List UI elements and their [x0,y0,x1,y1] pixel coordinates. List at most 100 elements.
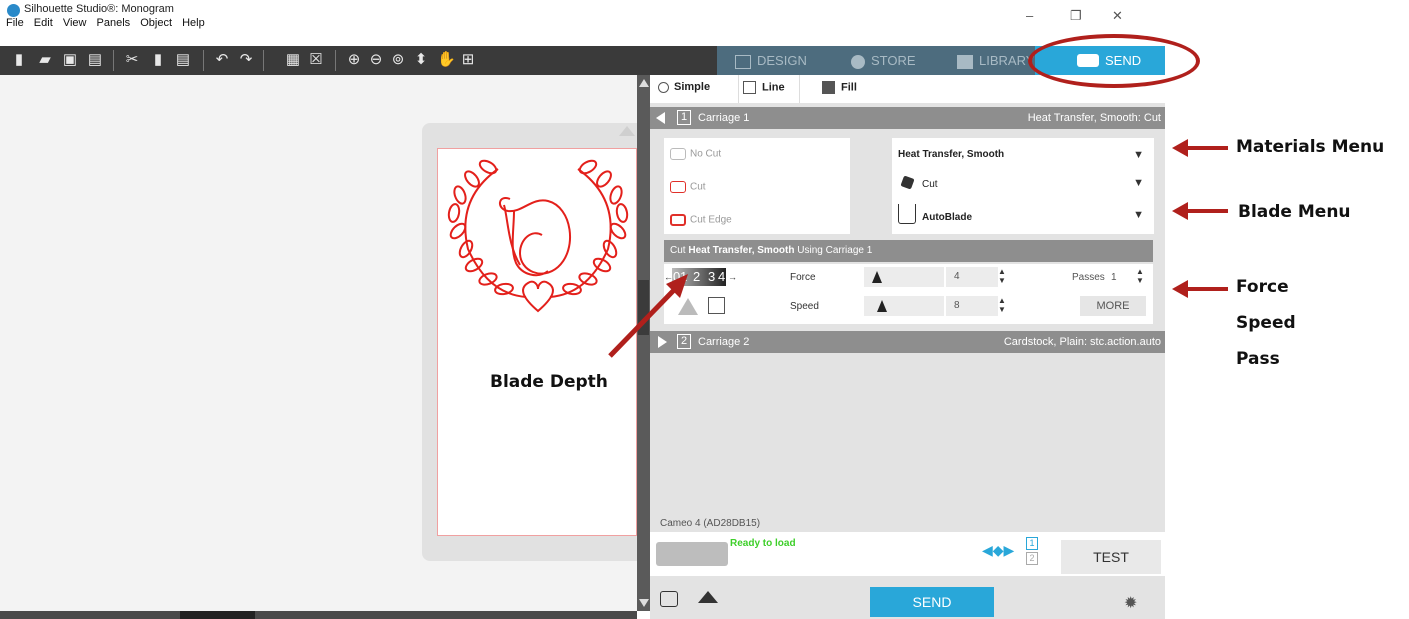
menu-view[interactable]: View [63,17,87,29]
tab-simple-label: Simple [674,81,711,93]
minimize-button[interactable]: – [1026,8,1033,23]
send-bottom-bar: SEND ✹ [650,577,1165,619]
cut-icon[interactable]: ✂ [124,52,140,68]
blade-menu[interactable]: AutoBlade ▼ [892,202,1154,230]
mat-up-arrow-icon [619,126,635,136]
force-annotation: Force [1236,277,1289,297]
paste-icon[interactable]: ▤ [175,52,191,68]
materials-menu[interactable]: Heat Transfer, Smooth ▼ [892,142,1154,170]
autoblade-icon [898,204,916,224]
nav-design[interactable]: DESIGN [735,46,807,75]
nav-store[interactable]: STORE [851,46,916,75]
settings-gear-icon[interactable]: ✹ [1124,593,1137,613]
nav-store-label: STORE [871,53,916,68]
machine-queue-icon[interactable] [660,591,678,607]
force-slider[interactable] [864,267,944,287]
print-icon[interactable]: ▤ [87,52,103,68]
more-button[interactable]: MORE [1080,296,1146,316]
menu-object[interactable]: Object [140,17,172,29]
cut-using-carriage-bar: Cut Heat Transfer, Smooth Using Carriage… [664,240,1153,262]
cut-edge-label: Cut Edge [690,214,732,226]
force-stepper-icon[interactable]: ▲ ▼ [998,267,1006,285]
tab-simple[interactable]: Simple [658,81,710,93]
zoom-select-icon[interactable]: ⊚ [390,52,406,68]
copy-icon[interactable]: ▮ [150,52,166,68]
menu-panels[interactable]: Panels [97,17,131,29]
undo-icon[interactable]: ↶ [214,52,230,68]
cut-icon [670,181,686,193]
cut-settings-card: ← 0 1 2 3 4 → Force 4 ▲▼ Speed 8 ▲▼ [664,264,1153,324]
select-all-icon[interactable]: ▦ [285,52,301,68]
force-slider-thumb[interactable] [872,271,882,283]
toolbar-divider [335,50,336,71]
carriage-1-header[interactable]: 1 Carriage 1 Heat Transfer, Smooth: Cut [650,107,1165,129]
passes-value-field[interactable]: 1 [1111,272,1117,283]
using-prefix: Cut [670,245,686,256]
send-button[interactable]: SEND [870,587,994,617]
carriage-1-material-summary: Heat Transfer, Smooth: Cut [1027,112,1161,124]
speed-annotation: Speed [1236,313,1296,333]
using-suffix: Using Carriage 1 [797,245,873,256]
zoom-out-icon[interactable]: ⊖ [368,52,384,68]
close-button[interactable]: ✕ [1112,8,1123,24]
materials-menu-annotation: Materials Menu [1236,137,1385,157]
menu-file[interactable]: File [6,17,24,29]
arrowhead-icon [1172,139,1188,157]
move-arrows-icon[interactable]: ◀◆▶ [982,542,1014,559]
material-settings-card: Heat Transfer, Smooth ▼ Cut ▼ AutoBlade … [892,138,1154,234]
horizontal-scroll-thumb[interactable] [180,611,255,619]
action-menu[interactable]: Cut ▼ [892,170,1154,198]
menu-help[interactable]: Help [182,17,205,29]
cut-edge-option[interactable]: Cut Edge [670,214,732,226]
zoom-in-icon[interactable]: ⊕ [346,52,362,68]
tab-fill[interactable]: Fill [822,81,857,94]
menu-edit[interactable]: Edit [34,17,53,29]
carriage-2-header[interactable]: 2 Carriage 2 Cardstock, Plain: stc.actio… [650,331,1165,353]
force-value-field[interactable]: 4 [946,267,998,287]
nav-library[interactable]: LIBRARY [957,46,1034,75]
passes-stepper-icon[interactable]: ▲ ▼ [1136,267,1144,285]
blade-depth-annotation: Blade Depth [490,372,608,392]
scroll-down-arrow-icon[interactable] [639,599,649,607]
maximize-button[interactable]: ❐ [1070,8,1082,24]
radio-icon [658,81,669,93]
arrowhead-icon [1172,202,1188,220]
tab-fill-label: Fill [841,81,857,94]
design-grid-icon [735,54,751,69]
no-cut-label: No Cut [690,148,722,160]
send-highlight-ellipse [1028,34,1200,88]
new-file-icon[interactable]: ▮ [11,52,27,68]
save-icon[interactable]: ▣ [62,52,78,68]
hand-pan-icon[interactable]: ✋ [437,52,456,68]
tab-line[interactable]: Line [738,75,800,103]
depth-right-arrow-icon[interactable]: → [728,268,737,286]
fit-page-icon[interactable]: ⊞ [460,52,476,68]
library-download-icon [957,54,973,69]
canvas-horizontal-scrollbar[interactable] [0,611,637,619]
cut-option[interactable]: Cut [670,181,706,193]
action-menu-value: Cut [922,179,938,190]
cut-action-icon [900,175,915,190]
deselect-icon[interactable]: ☒ [308,52,324,68]
scroll-up-arrow-icon[interactable] [639,79,649,87]
speed-value-field[interactable]: 8 [946,296,998,316]
open-folder-icon[interactable]: ▰ [37,52,53,68]
pan-vertical-icon[interactable]: ⬍ [413,52,429,68]
materials-menu-value: Heat Transfer, Smooth [898,149,1005,160]
tutorial-cap-icon[interactable] [698,591,718,603]
chevron-down-icon: ▼ [1133,177,1144,189]
fill-mode-icon [822,81,835,94]
device-name: Cameo 4 (AD28DB15) [660,518,761,529]
carriage-1-toggle[interactable]: 1 [1026,537,1038,550]
speed-slider[interactable] [864,296,944,316]
speed-slider-thumb[interactable] [877,300,887,312]
tool-square-icon [708,297,725,314]
toolbar-divider [203,50,204,71]
no-cut-option[interactable]: No Cut [670,148,721,160]
test-button[interactable]: TEST [1061,540,1161,574]
force-label: Force [790,272,816,283]
speed-stepper-icon[interactable]: ▲ ▼ [998,296,1006,314]
carriage-2-toggle[interactable]: 2 [1026,552,1038,565]
carriage-1-label: Carriage 1 [698,112,750,124]
redo-icon[interactable]: ↷ [238,52,254,68]
